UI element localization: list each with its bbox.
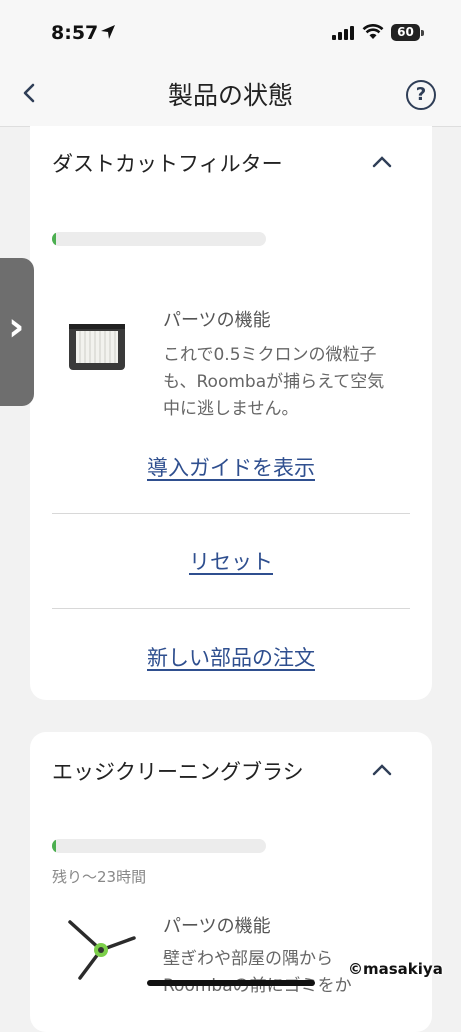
nav-bar: 製品の状態 ? [0,68,461,127]
setup-guide-link[interactable]: 導入ガイドを表示 [30,452,432,482]
cellular-signal-icon [332,26,354,40]
order-part-link[interactable]: 新しい部品の注文 [30,642,432,672]
part-card-dust-filter: ダストカットフィルター パーツの機能 これで0.5ミクロンの微粒子も、Roomb… [30,126,432,700]
chevron-right-icon: › [8,304,25,350]
chevron-up-icon[interactable] [370,154,394,170]
part-function-description: これで0.5ミクロンの微粒子も、Roombaが捕らえて空気中に逃しません。 [163,345,385,419]
chevron-up-icon[interactable] [370,762,394,778]
card-title: ダストカットフィルター [52,152,283,176]
status-bar: 8:57 60 [0,0,461,68]
divider [52,513,410,514]
battery-tip [421,30,424,36]
remaining-time: 残り〜23時間 [52,868,147,886]
lifetime-progress-fill [52,839,57,853]
part-card-edge-brush: エッジクリーニングブラシ 残り〜23時間 パーツの機能 壁ぎわや部屋の隅からRo… [30,732,432,1032]
page-title: 製品の状態 [167,81,293,110]
location-arrow-icon [101,25,115,39]
edge-brush-image [68,920,136,980]
divider [52,608,410,609]
part-function-label: パーツの機能 [163,310,271,331]
lifetime-progress-fill [52,232,57,246]
lifetime-progress-bar [52,232,266,246]
status-time: 8:57 [51,22,99,44]
home-indicator[interactable] [147,980,315,986]
card-title: エッジクリーニングブラシ [52,760,304,784]
wifi-icon [362,24,384,39]
part-function-label: パーツの機能 [163,916,271,937]
lifetime-progress-bar [52,839,266,853]
filter-image [69,324,125,370]
watermark: ©masakiya [348,960,443,978]
help-icon[interactable]: ? [406,80,436,110]
battery-indicator: 60 [391,24,420,41]
reset-link[interactable]: リセット [30,546,432,576]
side-drawer-tab[interactable]: › [0,258,34,406]
